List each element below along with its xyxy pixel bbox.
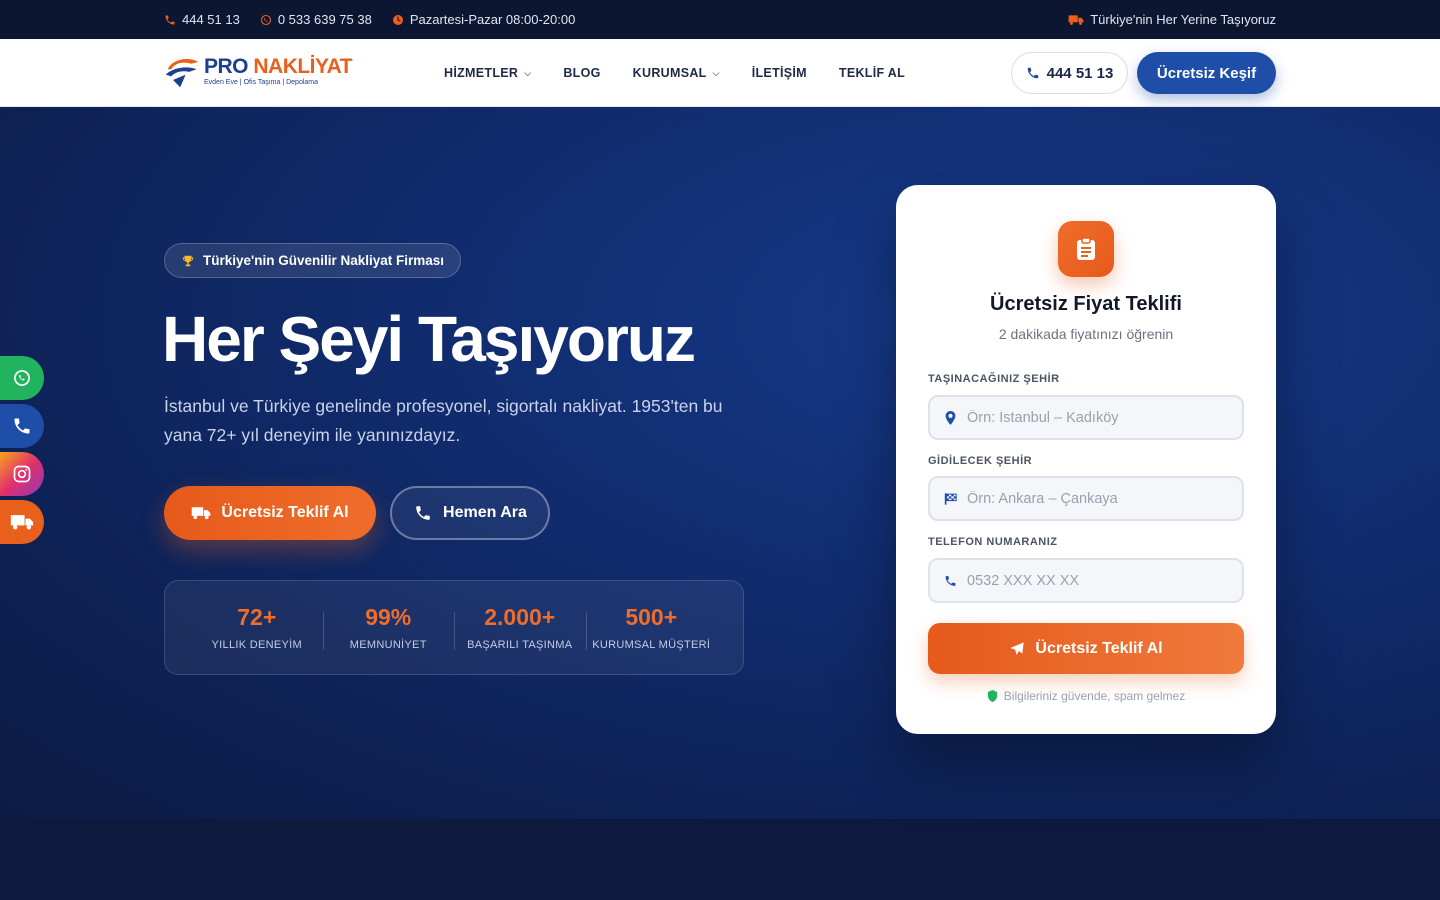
instagram-float-button[interactable] [0,452,44,496]
stat-item: 2.000+ BAŞARILI TAŞINMA [454,604,586,651]
free-quote-button[interactable]: Ücretsiz Teklif Al [164,486,376,540]
nav-item-blog[interactable]: BLOG [563,66,600,80]
logo-pro-text: PRO [204,55,249,78]
form-title: Ücretsiz Fiyat Teklifi [990,293,1182,315]
trophy-icon [182,255,194,266]
logo-subtitle: Evden Eve | Ofis Taşıma | Depolama [204,79,319,86]
main-header: PRO NAKLİYAT Evden Eve | Ofis Taşıma | D… [0,39,1440,107]
submit-quote-button[interactable]: Ücretsiz Teklif Al [928,623,1244,674]
clipboard-icon [1058,221,1114,277]
hero-title: Her Şeyi Taşıyoruz [162,303,696,375]
stat-value: 72+ [237,604,277,630]
topbar-tagline-text: Türkiye'nin Her Yerine Taşıyoruz [1090,12,1276,27]
stat-item: 500+ KURUMSAL MÜŞTERİ [585,604,718,651]
privacy-note-text: Bilgileriniz güvende, spam gelmez [1003,689,1186,703]
truck-icon [192,507,211,520]
topbar-phone-link[interactable]: 444 51 13 [164,12,240,27]
nav-label: HİZMETLER [444,66,519,80]
nav-item-kurumsal[interactable]: KURUMSAL ⌵ [633,66,720,80]
trust-badge: Türkiye'nin Güvenilir Nakliyat Firması [164,243,462,278]
chevron-down-icon: ⌵ [712,67,720,78]
stat-value: 2.000+ [484,604,556,630]
submit-quote-label: Ücretsiz Teklif Al [1035,639,1163,657]
from-city-input[interactable] [967,409,1227,426]
phone-icon [945,575,956,586]
stats-panel: 72+ YILLIK DENEYİM 99% MEMNUNİYET 2.000+… [164,580,744,675]
topbar-whatsapp-link[interactable]: 0 533 639 75 38 [260,12,372,27]
phone-input[interactable] [967,572,1227,589]
topbar-phone-text: 444 51 13 [182,12,240,27]
call-now-button[interactable]: Hemen Ara [390,486,550,540]
truck-icon [1068,14,1084,26]
stat-value: 99% [365,604,412,630]
call-now-label: Hemen Ara [443,504,527,521]
next-section [0,819,1440,900]
privacy-note: Bilgileriniz güvende, spam gelmez [896,689,1276,703]
stat-item: 72+ YILLIK DENEYİM [191,604,323,651]
topbar-tagline: Türkiye'nin Her Yerine Taşıyoruz [1068,12,1276,27]
whatsapp-icon [260,14,272,26]
header-phone-text: 444 51 13 [1046,64,1114,82]
nav-item-hizmetler[interactable]: HİZMETLER ⌵ [444,66,531,80]
phone-icon [416,506,430,520]
topbar-hours-text: Pazartesi-Pazar 08:00-20:00 [409,12,576,27]
paper-plane-icon [1010,641,1025,655]
flag-checkered-icon [944,492,957,505]
nav-label: BLOG [563,66,601,80]
stat-label: YILLIK DENEYİM [211,639,302,651]
logo-title: PRO NAKLİYAT [204,55,353,78]
whatsapp-float-button[interactable] [0,356,44,400]
topbar-whatsapp-text: 0 533 639 75 38 [277,12,372,27]
nav-item-iletisim[interactable]: İLETİŞİM [752,66,807,80]
main-nav: HİZMETLER ⌵ BLOG KURUMSAL ⌵ İLETİŞİM TEK… [444,39,905,107]
shield-icon [987,690,997,702]
phone-field[interactable] [928,558,1244,603]
chevron-down-icon: ⌵ [524,67,532,78]
to-city-input[interactable] [967,490,1227,507]
nav-label: TEKLİF AL [838,66,906,80]
nav-item-teklif-al[interactable]: TEKLİF AL [839,66,905,80]
hero-description: İstanbul ve Türkiye genelinde profesyone… [164,396,723,445]
logo-mark-icon [165,59,199,88]
free-survey-button[interactable]: Ücretsiz Keşif [1137,52,1276,94]
header-phone-button[interactable]: 444 51 13 [1011,52,1128,94]
nav-label: İLETİŞİM [751,66,807,80]
stat-label: BAŞARILI TAŞINMA [467,639,573,651]
nav-label: KURUMSAL [632,66,707,80]
stat-item: 99% MEMNUNİYET [322,604,455,651]
to-city-label: GİDİLECEK ŞEHİR [928,455,1033,467]
from-city-field[interactable] [928,395,1244,440]
from-city-label: TAŞINACAĞINIZ ŞEHİR [928,373,1060,385]
moving-float-button[interactable] [0,500,44,544]
stat-label: KURUMSAL MÜŞTERİ [592,639,711,651]
whatsapp-icon [14,370,30,386]
logo[interactable]: PRO NAKLİYAT Evden Eve | Ofis Taşıma | D… [164,53,353,89]
free-quote-label: Ücretsiz Teklif Al [221,504,349,521]
topbar-hours: Pazartesi-Pazar 08:00-20:00 [392,12,575,27]
logo-nakliyat-text: NAKLİYAT [253,55,353,78]
truck-icon [10,515,34,530]
phone-icon [14,418,30,434]
to-city-field[interactable] [928,476,1244,521]
quote-form-card: Ücretsiz Fiyat Teklifi 2 dakikada fiyatı… [896,185,1276,734]
phone-icon [164,14,176,26]
stat-label: MEMNUNİYET [349,639,427,651]
phone-float-button[interactable] [0,404,44,448]
top-bar: 444 51 13 0 533 639 75 38 Pazartesi-Paza… [0,0,1440,39]
trust-badge-text: Türkiye'nin Güvenilir Nakliyat Firması [203,253,445,268]
stat-value: 500+ [625,604,678,630]
clock-icon [392,14,404,26]
phone-label: TELEFON NUMARANIZ [928,536,1058,548]
instagram-icon [13,465,31,483]
phone-icon [1027,67,1038,79]
map-pin-icon [945,410,956,425]
form-subtitle: 2 dakikada fiyatınızı öğrenin [998,326,1174,342]
